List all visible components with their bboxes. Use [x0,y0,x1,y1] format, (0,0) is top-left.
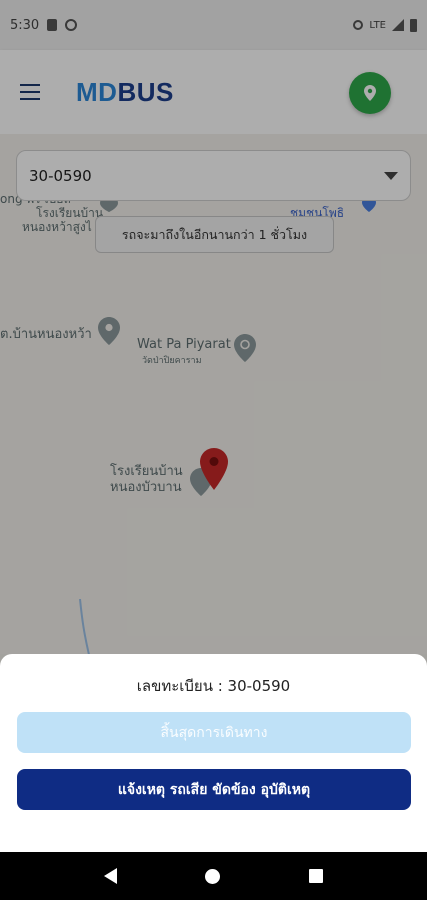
arrival-toast: รถจะมาถึงในอีกนานกว่า 1 ชั่วโมง [95,216,334,253]
report-incident-button-label: แจ้งเหตุ รถเสีย ขัดข้อง อุบัติเหตุ [117,781,311,798]
map-label: โรงเรียนบ้าน [110,464,183,479]
temple-poi-icon [234,334,256,362]
signal-icon [392,19,404,31]
map-label: หนองหว้าสูงไ [22,220,92,234]
app-logo: MDBUS [76,77,174,108]
network-type: LTE [369,19,386,31]
hamburger-menu-icon[interactable] [20,84,40,100]
logo-bus: BUS [117,76,174,107]
end-trip-button-label: สิ้นสุดการเดินทาง [160,724,268,741]
back-icon[interactable] [104,868,118,884]
recent-apps-icon[interactable] [308,869,323,883]
map-label: โรงเรียนบ้าน [36,206,104,220]
bus-location-marker-icon[interactable] [200,448,228,490]
bus-number-value: 30-0590 [29,166,92,185]
map-label: หนองบัวบาน [110,480,182,495]
end-trip-button[interactable]: สิ้นสุดการเดินทาง [17,712,411,753]
report-incident-button[interactable]: แจ้งเหตุ รถเสีย ขัดข้อง อุบัติเหตุ [17,769,411,810]
system-nav-bar [0,852,427,900]
river-line [79,599,90,654]
battery-icon [410,18,417,32]
map-label: ต.บ้านหนองหว้า [0,327,92,342]
status-time: 5:30 [10,17,40,33]
location-button[interactable] [349,72,391,114]
bus-number-select[interactable]: 30-0590 [16,150,411,201]
arrival-toast-text: รถจะมาถึงในอีกนานกว่า 1 ชั่วโมง [121,226,308,242]
location-icon [353,20,364,30]
logo-md: MD [76,76,118,107]
dropdown-arrow-icon [384,172,398,180]
map-label: Wat Pa Piyarat [137,337,231,352]
app-bar: MDBUS [0,50,427,134]
sim-icon [47,19,58,31]
status-bar: 5:30 LTE [0,0,427,50]
data-saver-icon [65,19,78,31]
place-pin-icon [98,317,120,345]
map-view[interactable]: ong พร เบอล โรงเรียนบ้าน หนองหว้าสูงไ ชุ… [0,134,427,654]
map-label: วัดป่าปิยคาราม [142,356,202,366]
map-pin-icon [364,85,376,101]
home-icon[interactable] [205,868,221,884]
bottom-sheet: เลขทะเบียน : 30-0590 สิ้นสุดการเดินทาง แ… [0,654,427,852]
license-plate-label: เลขทะเบียน : 30-0590 [136,677,291,695]
